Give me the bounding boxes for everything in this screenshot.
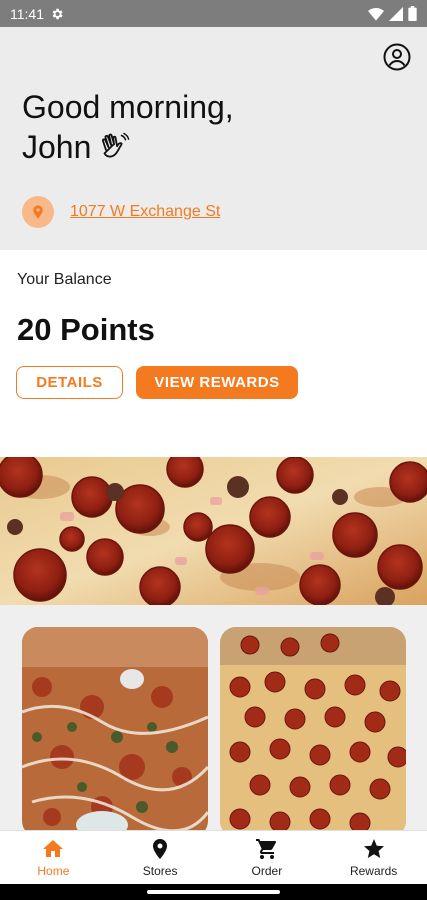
nav-order[interactable]: Order [214, 831, 321, 884]
store-location[interactable]: 1077 W Exchange St [22, 196, 220, 228]
pin-icon [153, 839, 168, 859]
settings-gear-icon [52, 8, 63, 19]
greeting-name: John [22, 129, 92, 165]
nav-rewards[interactable]: Rewards [320, 831, 427, 884]
view-rewards-button[interactable]: VIEW REWARDS [136, 366, 298, 399]
battery-icon [408, 6, 417, 21]
nav-home[interactable]: Home [0, 831, 107, 884]
details-button[interactable]: DETAILS [16, 366, 123, 399]
nav-stores[interactable]: Stores [107, 831, 214, 884]
pepperoni-pizza-photo [0, 457, 427, 605]
system-navigation-bar [0, 884, 427, 900]
promo-cards [0, 605, 427, 837]
home-gesture-handle[interactable] [147, 890, 280, 894]
pizza-hero-image [0, 457, 427, 605]
promo-card[interactable] [220, 627, 406, 837]
star-icon [363, 839, 384, 858]
location-pin-icon [33, 205, 43, 219]
nav-home-label: Home [37, 864, 70, 878]
cart-icon [255, 839, 276, 859]
waving-hand-icon [102, 132, 130, 158]
location-pin-badge [22, 196, 54, 228]
status-bar: 11:41 [0, 0, 427, 27]
status-time: 11:41 [10, 5, 44, 22]
account-circle-icon[interactable] [383, 43, 411, 71]
pepperoni-pizza-box-photo [220, 627, 406, 837]
promo-card[interactable] [22, 627, 208, 837]
nav-order-label: Order [251, 864, 283, 878]
home-icon [43, 840, 64, 857]
loaded-pizza-photo [22, 627, 208, 837]
greeting-text: Good morning, John [22, 87, 234, 167]
nav-stores-label: Stores [142, 864, 178, 878]
nav-rewards-label: Rewards [349, 864, 398, 878]
signal-icon [389, 6, 403, 21]
wifi-icon [368, 7, 384, 21]
points-value: 20 Points [17, 312, 155, 347]
balance-label: Your Balance [17, 271, 112, 288]
greeting-header: Good morning, John 1077 W Exchange St [0, 27, 427, 250]
balance-section: Your Balance 20 Points DETAILS VIEW REWA… [0, 250, 427, 457]
greeting-line: Good morning, [22, 89, 234, 125]
bottom-navigation: Home Stores Order Rewards [0, 830, 427, 884]
store-address-link[interactable]: 1077 W Exchange St [70, 203, 220, 221]
